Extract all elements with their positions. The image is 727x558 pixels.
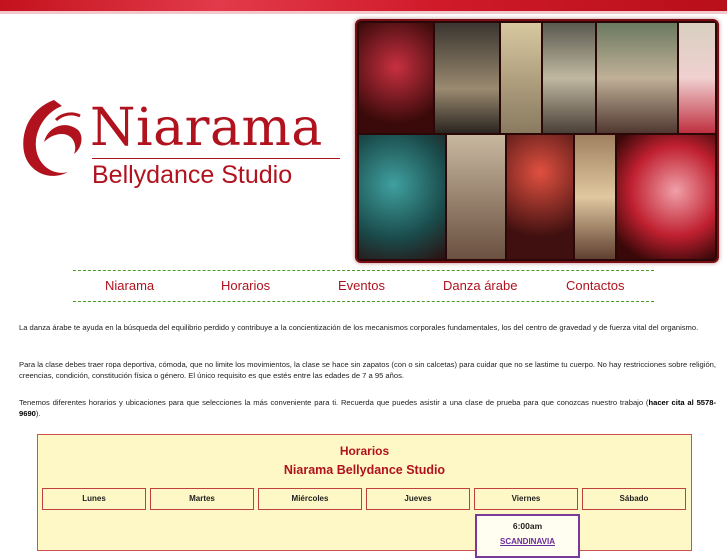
class-slot: 6:00am SCANDINAVIA — [475, 514, 580, 558]
schedule-subtitle: Niarama Bellydance Studio — [283, 463, 446, 477]
nav-link-danza-arabe[interactable]: Danza árabe — [443, 278, 517, 293]
main-navigation: Niarama Horarios Eventos Danza árabe Con… — [73, 270, 654, 302]
intro-paragraph-3: Tenemos diferentes horarios y ubicacione… — [19, 397, 716, 419]
logo-wordmark: Niarama — [90, 98, 323, 158]
photo-tile — [447, 135, 505, 259]
photo-tile — [597, 23, 677, 133]
photo-tile — [679, 23, 715, 133]
intro-paragraph-2: Para la clase debes traer ropa deportiva… — [19, 360, 716, 380]
day-header-miercoles: Miércoles — [258, 488, 362, 510]
logo-divider — [92, 158, 340, 159]
dancer-photo-collage — [355, 19, 719, 263]
logo-tagline: Bellydance Studio — [92, 161, 293, 189]
photo-tile — [617, 135, 715, 259]
schedule-panel: Horarios Niarama Bellydance Studio Lunes… — [37, 434, 692, 558]
class-time: 6:00am — [512, 521, 543, 531]
photo-tile — [507, 135, 573, 259]
day-header-lunes: Lunes — [42, 488, 146, 510]
intro-paragraph-1: La danza árabe te ayuda en la búsqueda d… — [19, 323, 699, 332]
photo-tile — [359, 23, 433, 133]
nav-link-eventos[interactable]: Eventos — [338, 278, 385, 293]
schedule-title: Horarios — [339, 444, 390, 458]
intro-paragraph-3-text: Tenemos diferentes horarios y ubicacione… — [19, 398, 649, 407]
nav-link-niarama[interactable]: Niarama — [105, 278, 154, 293]
photo-tile — [543, 23, 595, 133]
site-logo[interactable]: Niarama Bellydance Studio — [14, 88, 344, 198]
photo-tile — [359, 135, 445, 259]
nav-link-contactos[interactable]: Contactos — [566, 278, 625, 293]
top-banner-stripe — [0, 0, 727, 14]
day-header-martes: Martes — [150, 488, 254, 510]
niarama-swirl-icon — [23, 100, 82, 176]
day-header-sabado: Sábado — [582, 488, 686, 510]
photo-tile — [501, 23, 541, 133]
photo-tile — [435, 23, 499, 133]
nav-link-horarios[interactable]: Horarios — [221, 278, 270, 293]
intro-paragraph-3-end: ). — [35, 409, 41, 418]
day-header-viernes: Viernes — [474, 488, 578, 510]
day-header-jueves: Jueves — [366, 488, 470, 510]
photo-tile — [575, 135, 615, 259]
